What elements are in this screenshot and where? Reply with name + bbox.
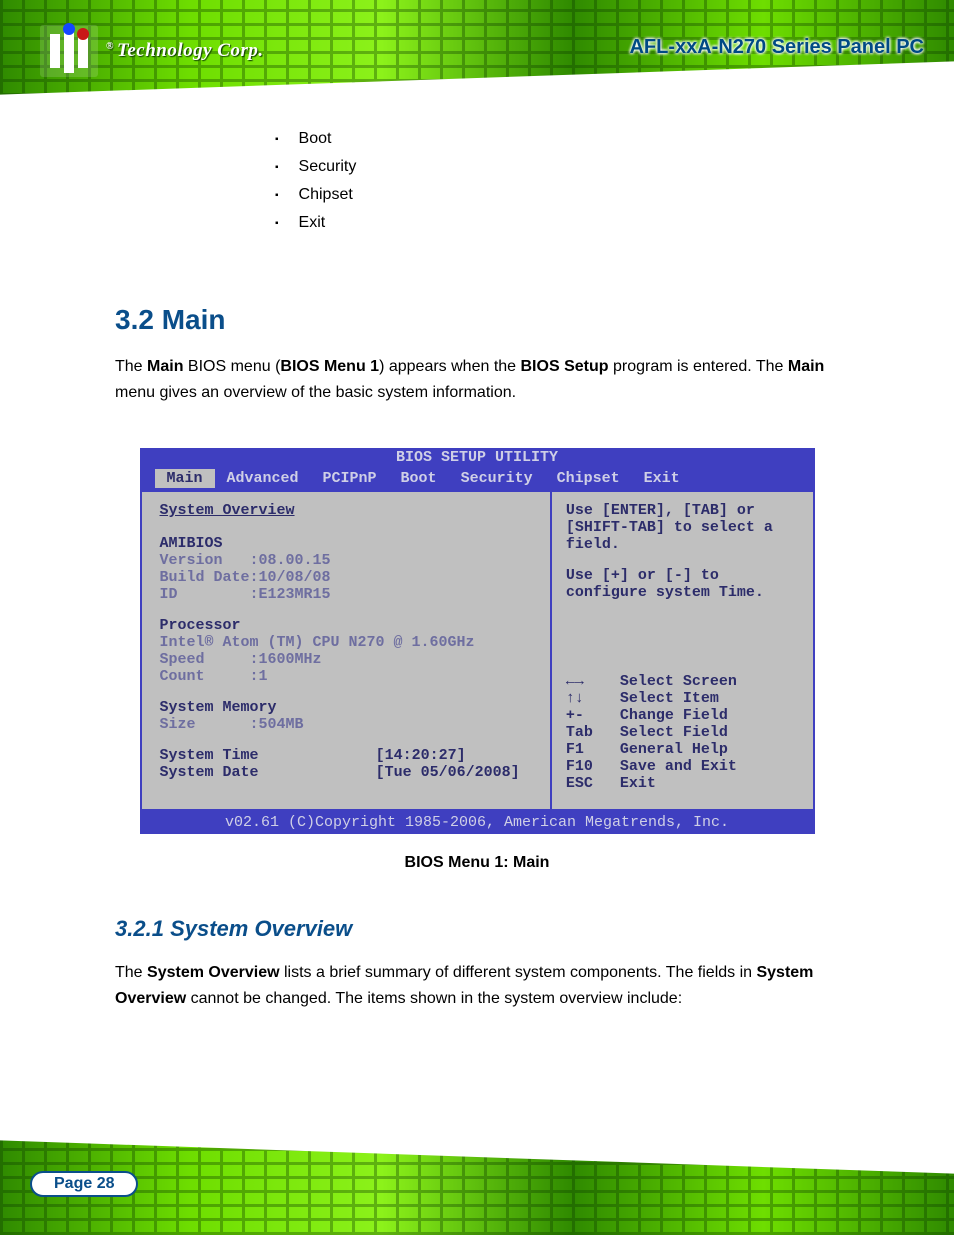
section-3-2-heading: 3.2 Main xyxy=(115,304,839,336)
bios-left: System Overview AMIBIOS Version :08.00.1… xyxy=(142,492,552,809)
bios-screenshot: BIOS SETUP UTILITY Main Advanced PCIPnP … xyxy=(140,448,815,834)
bios-tabs: Main Advanced PCIPnP Boot Security Chips… xyxy=(140,467,815,490)
processor-speed: Speed :1600MHz xyxy=(160,651,532,668)
tab-security[interactable]: Security xyxy=(449,469,545,488)
list-item-label: Exit xyxy=(299,214,326,234)
tab-chipset[interactable]: Chipset xyxy=(545,469,632,488)
bios-title: BIOS SETUP UTILITY xyxy=(140,448,815,467)
list-item-label: Security xyxy=(299,158,357,178)
processor-count: Count :1 xyxy=(160,668,532,685)
tab-main[interactable]: Main xyxy=(155,469,215,488)
section-3-2-1-heading: 3.2.1 System Overview xyxy=(115,916,839,942)
tab-boot[interactable]: Boot xyxy=(389,469,449,488)
list-item-label: Chipset xyxy=(299,186,353,206)
list-item: Security xyxy=(275,158,839,178)
list-item: Chipset xyxy=(275,186,839,206)
page-number: Page 28 xyxy=(30,1171,138,1197)
figure-caption: BIOS Menu 1: Main xyxy=(115,854,839,872)
footer-band xyxy=(0,1125,954,1235)
document-title: AFL-xxA-N270 Series Panel PC xyxy=(629,36,924,59)
bios-version: Version :08.00.15 xyxy=(160,552,532,569)
key-help: ←→ Select Screen ↑↓ Select Item +- Chang… xyxy=(566,673,799,792)
bios-build-date: Build Date:10/08/08 xyxy=(160,569,532,586)
tab-pcipnp[interactable]: PCIPnP xyxy=(311,469,389,488)
help-text-2: Use [+] or [-] to configure system Time. xyxy=(566,567,799,601)
list-item: Boot xyxy=(275,130,839,150)
processor-name: Intel® Atom (TM) CPU N270 @ 1.60GHz xyxy=(160,634,532,651)
help-text-1: Use [ENTER], [TAB] or [SHIFT-TAB] to sel… xyxy=(566,502,799,553)
system-date[interactable]: System Date [Tue 05/06/2008] xyxy=(160,764,532,781)
list-item: Exit xyxy=(275,214,839,234)
section-3-2-body: The Main BIOS menu (BIOS Menu 1) appears… xyxy=(115,354,839,406)
bios-id: ID :E123MR15 xyxy=(160,586,532,603)
page-content: Boot Security Chipset Exit 3.2 Main The … xyxy=(0,120,954,1012)
amibios-label: AMIBIOS xyxy=(160,535,532,552)
memory-size: Size :504MB xyxy=(160,716,532,733)
system-time[interactable]: System Time [14:20:27] xyxy=(160,747,532,764)
processor-label: Processor xyxy=(160,617,532,634)
logo: Technology Corp. xyxy=(40,25,264,77)
section-3-2-1-body: The System Overview lists a brief summar… xyxy=(115,960,839,1012)
page-number-wrap: Page 28 xyxy=(30,1171,138,1197)
logo-mark-icon xyxy=(40,25,98,77)
feature-list: Boot Security Chipset Exit xyxy=(275,130,839,234)
brand-text: Technology Corp. xyxy=(106,40,264,62)
tab-advanced[interactable]: Advanced xyxy=(215,469,311,488)
bios-right: Use [ENTER], [TAB] or [SHIFT-TAB] to sel… xyxy=(552,492,813,809)
list-item-label: Boot xyxy=(299,130,332,150)
bios-pane: System Overview AMIBIOS Version :08.00.1… xyxy=(140,490,815,811)
system-overview-heading: System Overview xyxy=(160,502,532,519)
bios-footer: v02.61 (C)Copyright 1985-2006, American … xyxy=(140,811,815,834)
memory-label: System Memory xyxy=(160,699,532,716)
tab-exit[interactable]: Exit xyxy=(632,469,692,488)
